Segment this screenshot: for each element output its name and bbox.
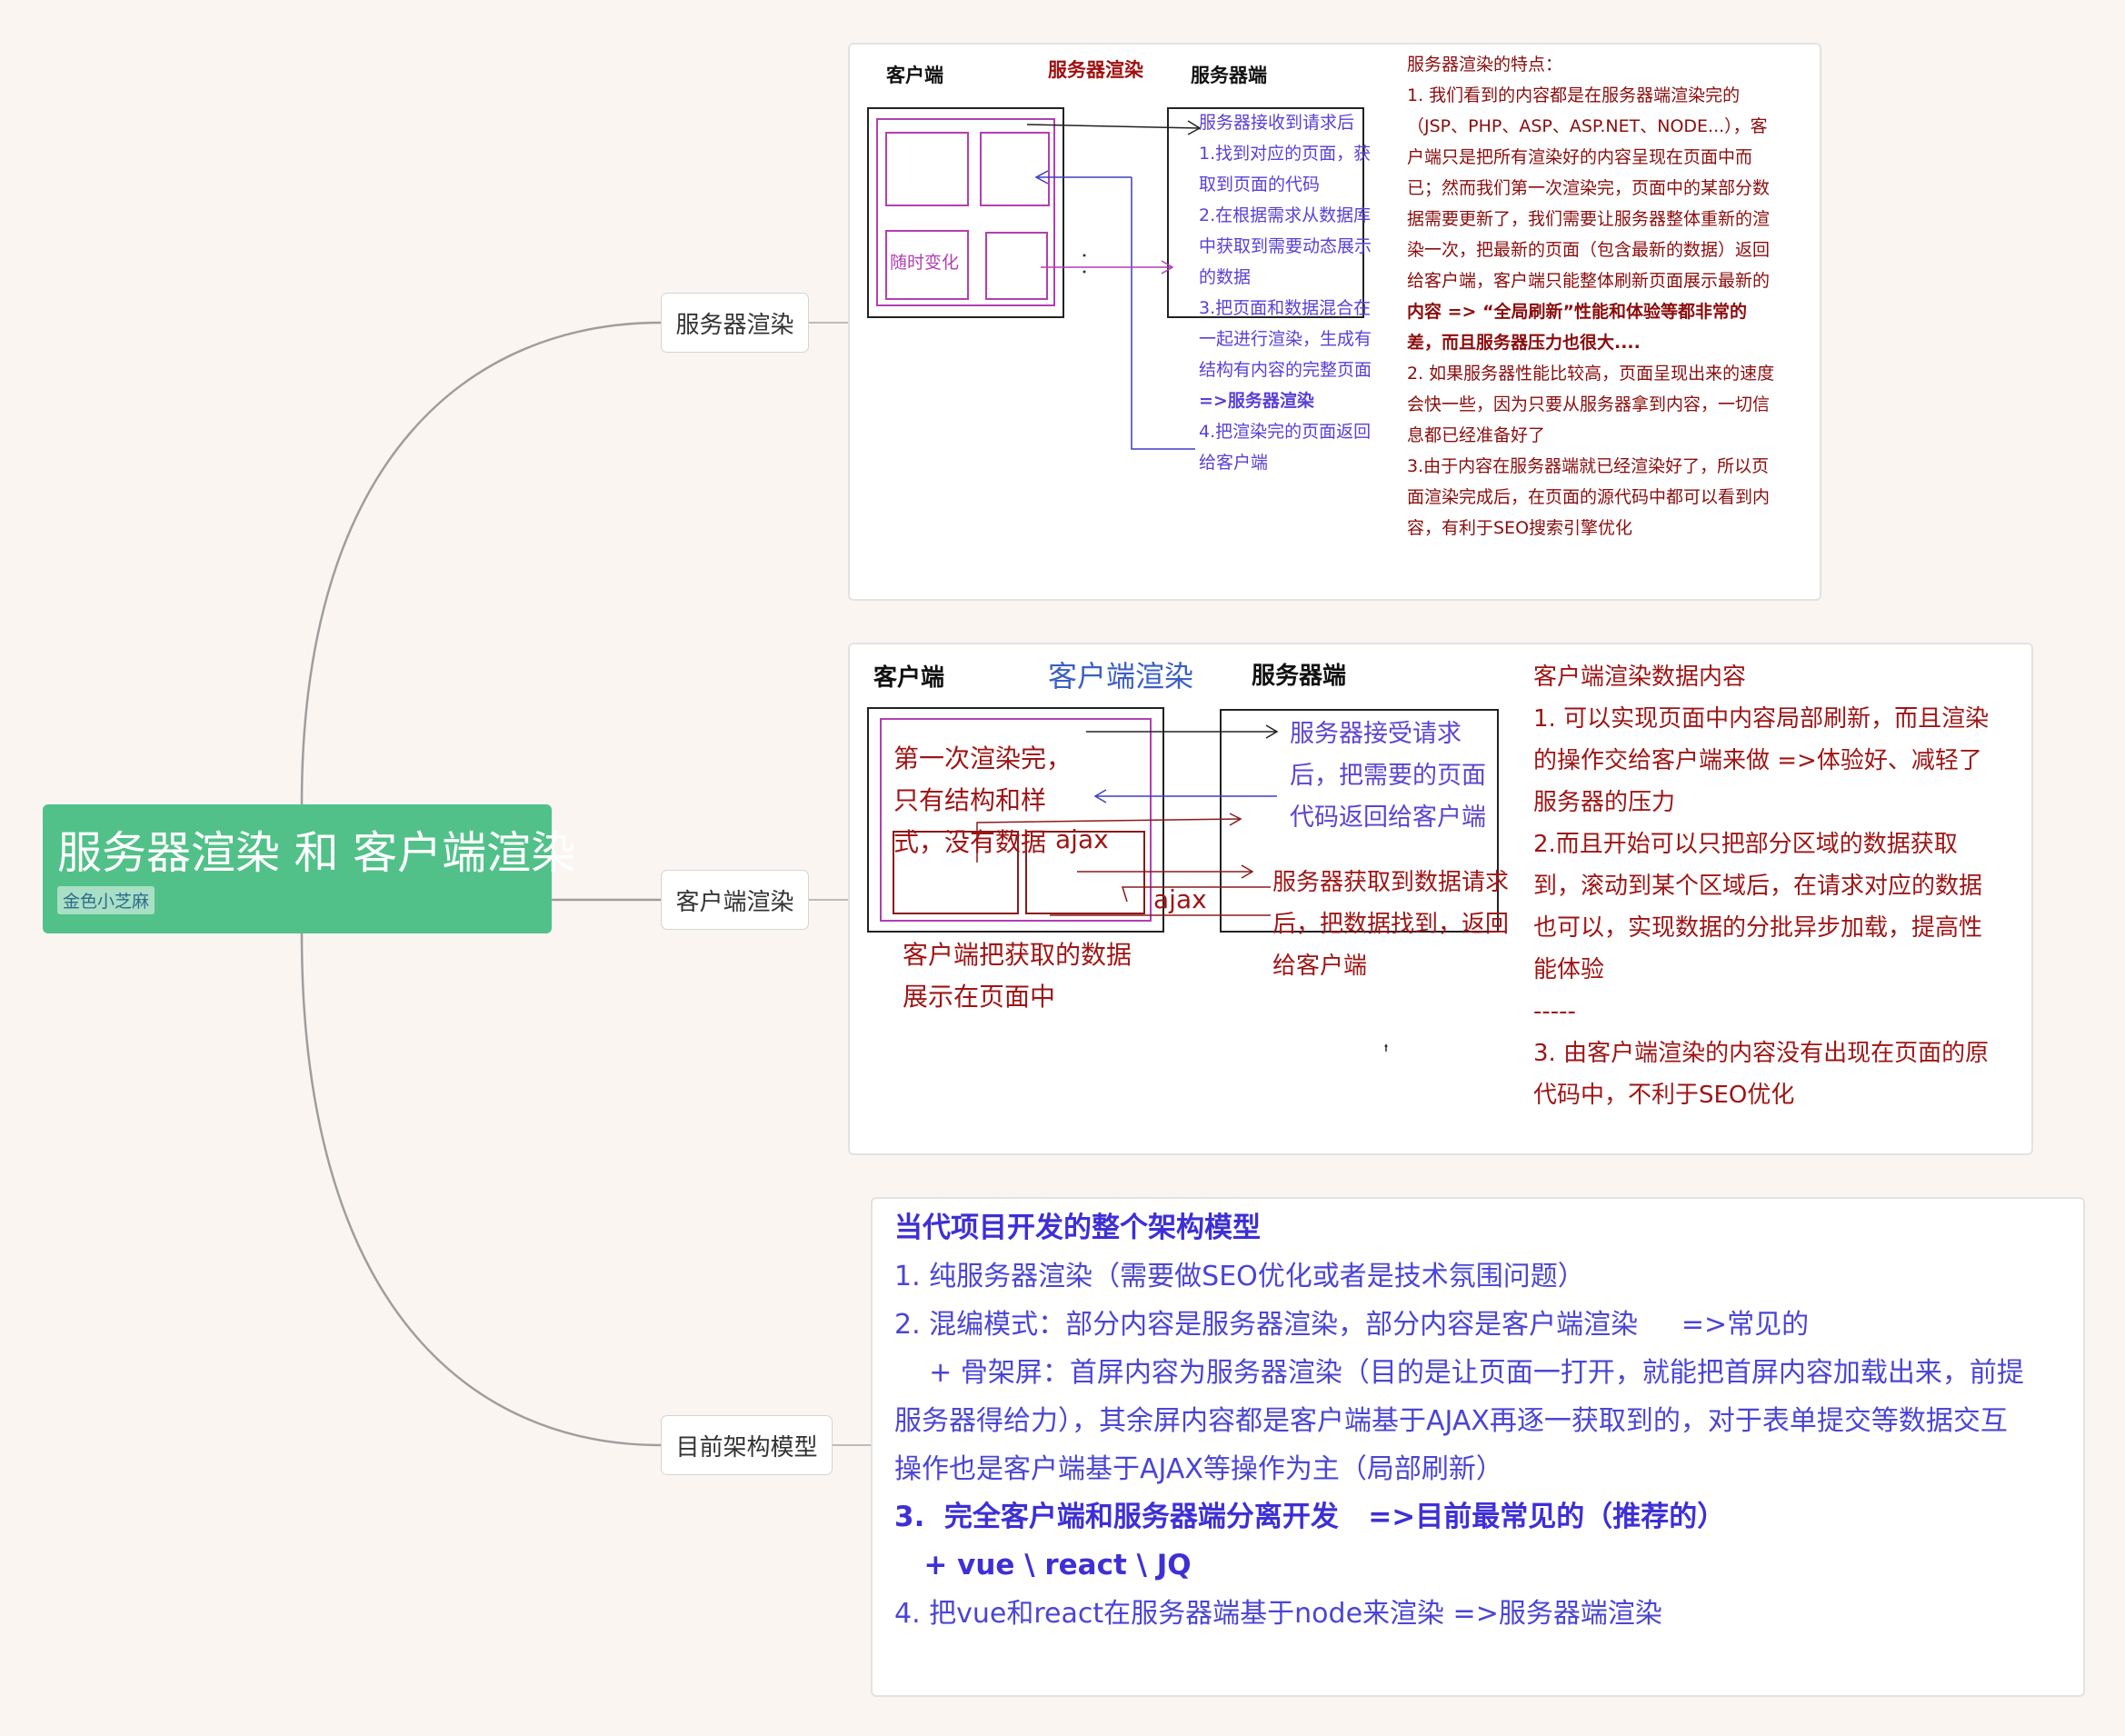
csr-server-response-text: 服务器接受请求 后，把需要的页面 代码返回给客户端 — [1290, 713, 1486, 839]
csr-note-line: 客户端渲染数据内容 — [1533, 663, 1747, 691]
root-tag[interactable]: 金色小芝麻 — [57, 886, 155, 914]
root-title: 服务器渲染 和 客户端渲染 — [57, 827, 576, 879]
ssr-step-line: 服务器接收到请求后 — [1199, 113, 1355, 133]
csr-server-data-text: 服务器获取到数据请求 后，把数据找到，返回 给客户端 — [1272, 862, 1509, 987]
csr-image-card[interactable]: 客户端 客户端渲染 服务器端 第一次渲染完， 只有结构和样 式，没有数据 aja… — [848, 643, 2033, 1155]
ssr-feature-line: 差，而且服务器压力也很大.... — [1407, 333, 1641, 353]
branch-ssr[interactable]: 服务器渲染 — [661, 293, 809, 353]
ssr-feature-line: （JSP、PHP、ASP、ASP.NET、NODE...），客 — [1407, 116, 1768, 136]
csr-client-label: 客户端 — [873, 664, 945, 692]
arch-line: 操作也是客户端基于AJAX等操作为主（局部刷新） — [894, 1453, 1503, 1485]
csr-note-line: 代码中，不利于SEO优化 — [1533, 1082, 1795, 1109]
ssr-feature-line: 1. 我们看到的内容都是在服务器端渲染完的 — [1407, 85, 1741, 105]
csr-note-line: ----- — [1533, 998, 1576, 1025]
ssr-feature-line: 据需要更新了，我们需要让服务器整体重新的渲 — [1407, 209, 1771, 229]
arch-line: 服务器得给力），其余屏内容都是客户端基于AJAX再逐一获取到的，对于表单提交等数… — [894, 1405, 2008, 1437]
ssr-server-label: 服务器端 — [1191, 65, 1267, 86]
csr-server-line: 后，把需要的页面 — [1290, 762, 1486, 790]
csr-note-line: 2.而且开始可以只把部分区域的数据获取 — [1533, 831, 1958, 858]
csr-render-label: 客户端渲染 — [1048, 659, 1194, 693]
arch-title: 当代项目开发的整个架构模型 — [894, 1212, 1261, 1244]
ssr-feature-line: 户端只是把所有渲染好的内容呈现在页面中而 — [1407, 147, 1753, 167]
csr-note-line: 能体验 — [1533, 956, 1605, 983]
csr-server-data-line: 后，把数据找到，返回 — [1272, 911, 1510, 938]
csr-first-render-line: 第一次渲染完， — [893, 743, 1072, 773]
csr-note-line: 3. 由客户端渲染的内容没有出现在页面的原 — [1533, 1040, 1990, 1067]
arch-line: 1. 纯服务器渲染（需要做SEO优化或者是技术氛围问题） — [894, 1261, 1585, 1292]
ssr-feature-line: 服务器渲染的特点： — [1407, 55, 1563, 75]
ssr-feature-line: 已；然而我们第一次渲染完，页面中的某部分数 — [1407, 178, 1771, 198]
ssr-step-line: 2.在根据需求从数据库 — [1199, 205, 1372, 225]
ssr-feature-line: 会快一些，因为只要从服务器拿到内容，一切信 — [1407, 394, 1771, 414]
csr-note-line: 的操作交给客户端来做 =>体验好、减轻了 — [1533, 747, 1982, 774]
ssr-feature-line: 息都已经准备好了 — [1407, 425, 1546, 445]
arch-lines: 1. 纯服务器渲染（需要做SEO优化或者是技术氛围问题） 2. 混编模式：部分内… — [894, 1252, 2024, 1638]
csr-note-line: 1. 可以实现页面中内容局部刷新，而且渲染 — [1533, 705, 1990, 733]
csr-ajax-label-2: ajax — [1153, 884, 1207, 914]
csr-server-label: 服务器端 — [1252, 663, 1347, 690]
csr-note-line: 服务器的压力 — [1533, 789, 1676, 816]
ssr-step-line: 给客户端 — [1199, 453, 1269, 473]
ssr-step-line: 结构有内容的完整页面 — [1199, 360, 1372, 380]
csr-display-line: 客户端把获取的数据 — [903, 940, 1132, 970]
csr-server-data-line: 给客户端 — [1272, 953, 1368, 980]
csr-server-data-line: 服务器获取到数据请求 — [1272, 869, 1510, 896]
ssr-step-line: 中获取到需要动态展示 — [1199, 236, 1372, 256]
ssr-render-label: 服务器渲染 — [1048, 59, 1143, 81]
ssr-image-card[interactable]: 客户端 服务器渲染 服务器端 随时变化 服务器接收到请求后 1.找到对应的页面，… — [848, 43, 1821, 601]
ssr-feature-line: 容，有利于SEO搜索引擎优化 — [1407, 518, 1633, 538]
ssr-feature-line: 面渲染完成后，在页面的源代码中都可以看到内 — [1407, 487, 1771, 507]
csr-note-line: 到，滚动到某个区域后，在请求对应的数据 — [1533, 873, 1983, 900]
branch-csr[interactable]: 客户端渲染 — [661, 870, 809, 930]
csr-notes: 客户端渲染数据内容 1. 可以实现页面中内容局部刷新，而且渲染 的操作交给客户端… — [1533, 656, 1989, 1116]
csr-first-render-line: 只有结构和样 — [893, 785, 1047, 815]
root-topic[interactable]: 服务器渲染 和 客户端渲染 金色小芝麻 — [43, 804, 576, 933]
csr-first-render-text: 第一次渲染完， 只有结构和样 式，没有数据 — [893, 738, 1072, 863]
csr-display-text: 客户端把获取的数据 展示在页面中 — [903, 934, 1132, 1018]
ssr-feature-line: 3.由于内容在服务器端就已经渲染好了，所以页 — [1407, 456, 1770, 476]
csr-ajax-label-1: ajax — [1055, 824, 1109, 854]
ssr-step-line: 4.把渲染完的页面返回 — [1199, 422, 1372, 442]
ssr-feature-line: 给客户端，客户端只能整体刷新页面展示最新的 — [1407, 271, 1771, 291]
ssr-step-line: 3.把页面和数据混合在 — [1199, 298, 1372, 318]
ssr-server-steps: 服务器接收到请求后 1.找到对应的页面，获 取到页面的代码 2.在根据需求从数据… — [1199, 107, 1408, 478]
branch-arch[interactable]: 目前架构模型 — [661, 1415, 833, 1475]
arch-line: 3. 完全客户端和服务器端分离开发 =>目前最常见的（推荐的） — [894, 1501, 1726, 1533]
csr-first-render-line: 式，没有数据 — [893, 827, 1047, 857]
ssr-random-change-label: 随时变化 — [890, 253, 960, 273]
ssr-step-line: 一起进行渲染，生成有 — [1199, 329, 1372, 349]
ssr-feature-line: 2. 如果服务器性能比较高，页面呈现出来的速度 — [1407, 364, 1775, 384]
arch-line: 4. 把vue和react在服务器端基于node来渲染 =>服务器端渲染 — [894, 1598, 1662, 1630]
arch-note-card[interactable]: 当代项目开发的整个架构模型 1. 纯服务器渲染（需要做SEO优化或者是技术氛围问… — [871, 1197, 2085, 1697]
ssr-feature-line: 内容 => “全局刷新”性能和体验等都非常的 — [1407, 302, 1748, 322]
ssr-step-line: =>服务器渲染 — [1199, 391, 1314, 411]
ssr-step-line: 1.找到对应的页面，获 — [1199, 144, 1372, 164]
ssr-step-line: 取到页面的代码 — [1199, 175, 1321, 195]
ssr-step-line: 的数据 — [1199, 267, 1252, 287]
arch-line: 2. 混编模式：部分内容是服务器渲染，部分内容是客户端渲染 =>常见的 — [894, 1309, 1810, 1341]
arch-line: + 骨架屏：首屏内容为服务器渲染（目的是让页面一打开，就能把首屏内容加载出来，前… — [894, 1357, 2024, 1389]
csr-display-line: 展示在页面中 — [903, 982, 1056, 1012]
arch-line: + vue \ react \ JQ — [894, 1549, 1192, 1581]
ssr-client-label: 客户端 — [886, 65, 943, 86]
csr-note-line: 也可以，实现数据的分批异步加载，提高性 — [1533, 914, 1983, 942]
csr-server-line: 代码返回给客户端 — [1290, 803, 1486, 832]
ssr-feature-line: 染一次，把最新的页面（包含最新的数据）返回 — [1407, 240, 1771, 260]
ssr-features: 服务器渲染的特点： 1. 我们看到的内容都是在服务器端渲染完的 （JSP、PHP… — [1407, 49, 1816, 544]
csr-server-line: 服务器接受请求 — [1290, 720, 1462, 748]
